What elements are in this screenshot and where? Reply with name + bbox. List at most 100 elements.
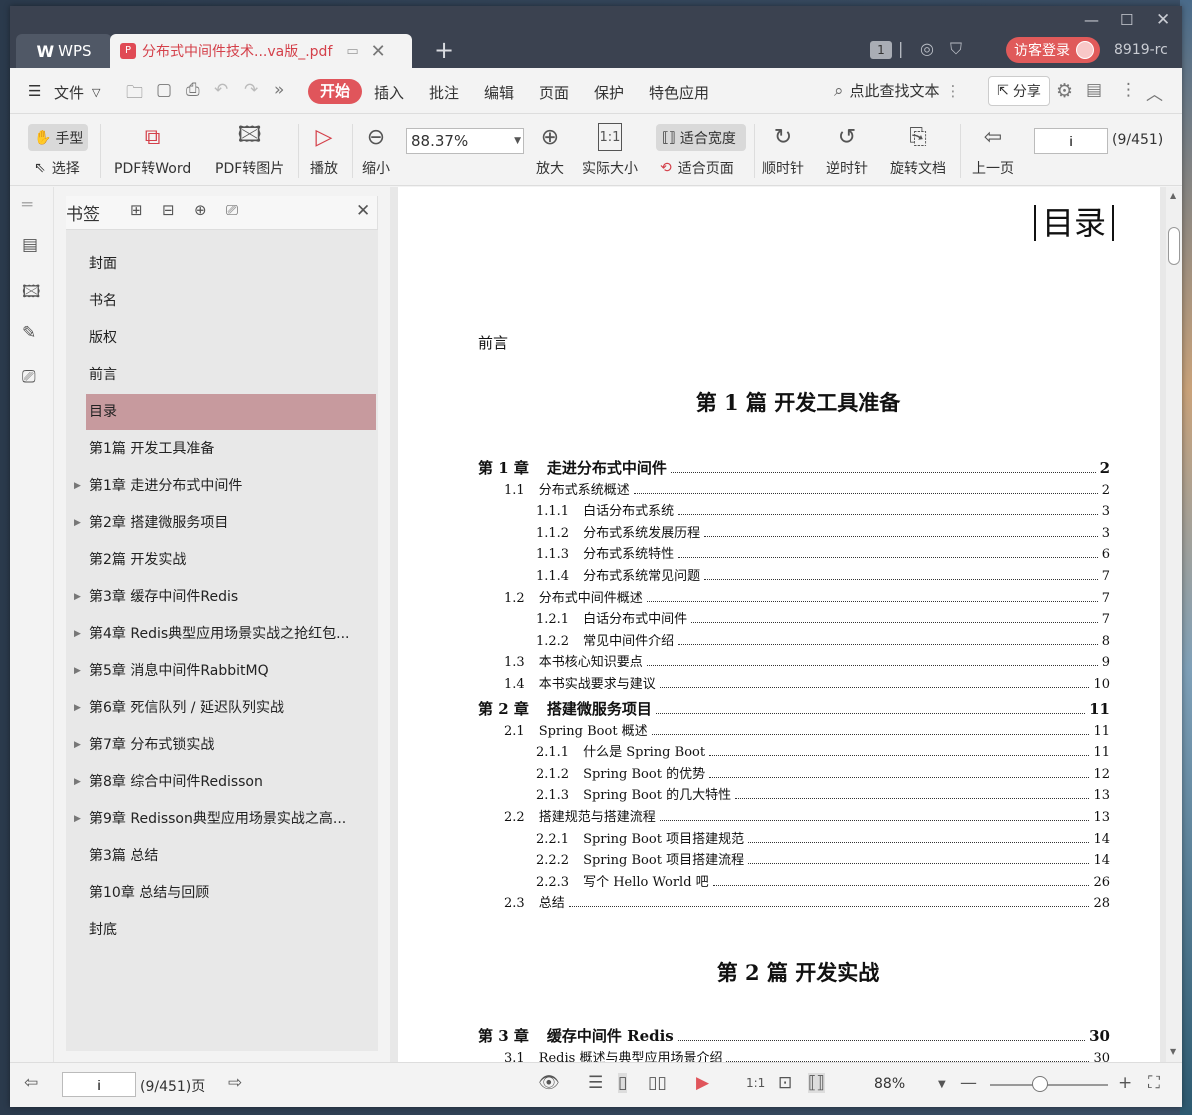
bookmark-item[interactable]: 第3章 缓存中间件Redis — [86, 579, 376, 615]
expand-arrow-icon[interactable]: ▶ — [74, 801, 81, 837]
toc-entry[interactable]: 第 3 章缓存中间件 Redis 30 — [478, 1025, 1110, 1046]
page-number-input[interactable] — [1034, 128, 1108, 154]
status-page-input[interactable] — [62, 1072, 136, 1097]
bookmark-item[interactable]: 第4章 Redis典型应用场景实战之抢红包... — [86, 616, 376, 652]
two-page-icon[interactable]: ▯▯ — [648, 1073, 667, 1093]
toc-entry[interactable]: 2.1.2 Spring Boot 的优势 12 — [536, 762, 1110, 782]
prev-page-icon[interactable]: ⇦ — [24, 1073, 38, 1093]
collapse-ribbon-icon[interactable]: ︿ — [1146, 80, 1163, 105]
thumbnail-icon[interactable]: 🖾 — [22, 279, 41, 308]
zoom-out-icon[interactable]: — — [960, 1073, 977, 1093]
rotate-clockwise-button[interactable]: ↻ 顺时针 — [762, 120, 804, 178]
toc-entry[interactable]: 2.3 总结 28 — [504, 892, 1110, 912]
eye-icon[interactable]: 👁 — [538, 1073, 560, 1093]
previous-page-button[interactable]: ⇦ 上一页 — [972, 120, 1014, 178]
toc-entry[interactable]: 2.2 搭建规范与搭建流程 13 — [504, 806, 1110, 825]
zoom-slider-track[interactable] — [990, 1084, 1108, 1086]
chevron-down-icon[interactable]: ▽ — [92, 86, 100, 99]
fit-width-button[interactable]: ⟦⟧ 适合宽度 — [656, 124, 746, 151]
close-panel-icon[interactable]: ✕ — [356, 201, 370, 221]
expand-arrow-icon[interactable]: ▶ — [74, 505, 81, 541]
save-icon[interactable]: ▢ — [156, 80, 172, 100]
bookmark-icon[interactable]: ⎚ — [22, 367, 36, 387]
actual-size-icon[interactable]: 1:1 — [746, 1076, 765, 1090]
toc-entry[interactable]: 1.2.1 白话分布式中间件 7 — [536, 608, 1110, 628]
maximize-icon[interactable]: ☐ — [1120, 12, 1133, 28]
guest-login-button[interactable]: 访客登录 — [1006, 37, 1100, 63]
expand-arrow-icon[interactable]: ▶ — [74, 764, 81, 800]
close-window-icon[interactable]: ✕ — [1156, 12, 1170, 29]
toc-entry[interactable]: 3.1 Redis 概述与典型应用场景介绍 30 — [504, 1046, 1110, 1062]
add-bookmark-icon[interactable]: ⊕ — [194, 201, 207, 219]
bookmark-item[interactable]: 书名 — [86, 283, 376, 319]
zoom-combobox[interactable]: 88.37% ▼ — [406, 128, 524, 154]
bookmark-item[interactable]: 目录 — [86, 394, 376, 430]
pdf-to-word-button[interactable]: ⧉ PDF转Word — [114, 120, 191, 178]
toc-entry[interactable]: 1.3 本书核心知识要点 9 — [504, 651, 1110, 671]
screen-icon[interactable]: ▭ — [346, 44, 358, 59]
gear-icon[interactable]: ⚙ — [1056, 80, 1073, 102]
more-vertical-icon[interactable]: ⋮ — [1120, 80, 1137, 100]
play-slideshow-icon[interactable]: ▶ — [696, 1073, 709, 1093]
toc-entry[interactable]: 2.2.1 Spring Boot 项目搭建规范 14 — [536, 827, 1110, 847]
open-icon[interactable]: 🗀 — [126, 80, 143, 109]
next-page-icon[interactable]: ⇨ — [228, 1073, 242, 1093]
toc-entry[interactable]: 1.1 分布式系统概述 2 — [504, 478, 1110, 498]
bookmark-item[interactable]: 第3篇 总结 — [86, 838, 376, 874]
list-icon[interactable]: ▤ — [22, 235, 38, 255]
toc-entry[interactable]: 第 1 章走进分布式中间件 2 — [478, 457, 1110, 478]
tab-wps-home[interactable]: W WPS — [16, 34, 112, 68]
tab-special[interactable]: 特色应用 — [649, 82, 709, 103]
tab-start[interactable]: 开始 — [308, 79, 362, 104]
find-text-button[interactable]: ⌕ 点此查找文本 ⋮ — [834, 80, 961, 101]
zoom-in-icon[interactable]: + — [1118, 1073, 1132, 1093]
tab-edit[interactable]: 编辑 — [484, 82, 514, 103]
expand-arrow-icon[interactable]: ▶ — [74, 468, 81, 504]
fullscreen-icon[interactable]: ⛶ — [1148, 1073, 1160, 1093]
tab-page[interactable]: 页面 — [539, 82, 569, 103]
select-tool-button[interactable]: ⇖ 选择 — [34, 158, 80, 178]
print-icon[interactable]: ⎙ — [186, 80, 200, 100]
expand-arrow-icon[interactable]: ▶ — [74, 653, 81, 689]
toc-entry[interactable]: 1.1.4 分布式系统常见问题 7 — [536, 565, 1110, 584]
close-tab-icon[interactable]: ✕ — [371, 41, 386, 62]
annotation-icon[interactable]: ✎ — [22, 323, 36, 343]
toc-entry[interactable]: 1.1.1 白话分布式系统 3 — [536, 500, 1110, 520]
fit-page-icon[interactable]: ⊡ — [778, 1073, 792, 1093]
skin-icon[interactable]: ◎ — [920, 39, 934, 58]
tab-comment[interactable]: 批注 — [429, 82, 459, 103]
bookmark-item[interactable]: 第6章 死信队列 / 延迟队列实战 — [86, 690, 376, 726]
hamburger-icon[interactable]: ☰ — [28, 82, 41, 100]
rotate-counterclockwise-button[interactable]: ↺ 逆时针 — [826, 120, 868, 178]
bookmark-item[interactable]: 第9章 Redisson典型应用场景实战之高... — [86, 801, 376, 837]
toc-entry[interactable]: 1.1.3 分布式系统特性 6 — [536, 543, 1110, 563]
zoom-in-button[interactable]: ⊕ 放大 — [536, 120, 564, 178]
zoom-out-button[interactable]: ⊖ 缩小 — [362, 120, 390, 178]
toc-entry[interactable]: 2.1.3 Spring Boot 的几大特性 13 — [536, 784, 1110, 804]
toc-entry[interactable]: 1.1.2 分布式系统发展历程 3 — [536, 521, 1110, 541]
toc-entry[interactable]: 2.2.3 写个 Hello World 吧 26 — [536, 870, 1110, 890]
bookmark-item[interactable]: 第1章 走进分布式中间件 — [86, 468, 376, 504]
share-button[interactable]: ⇱ 分享 — [988, 76, 1050, 106]
bookmark-edit-icon[interactable]: ⎚ — [226, 201, 238, 219]
bookmark-item[interactable]: 封底 — [86, 912, 376, 948]
tab-protect[interactable]: 保护 — [594, 82, 624, 103]
rotate-document-button[interactable]: ⎘ 旋转文档 — [890, 120, 946, 178]
bookmark-item[interactable]: 第8章 综合中间件Redisson — [86, 764, 376, 800]
toc-entry[interactable]: 2.1.1 什么是 Spring Boot 11 — [536, 741, 1110, 761]
bookmark-item[interactable]: 第10章 总结与回顾 — [86, 875, 376, 911]
undo-icon[interactable]: ↶ — [214, 80, 228, 100]
zoom-slider-handle[interactable] — [1032, 1076, 1048, 1092]
actual-size-button[interactable]: 1:1 实际大小 — [582, 120, 638, 178]
bookmark-item[interactable]: 第1篇 开发工具准备 — [86, 431, 376, 467]
shirt-icon[interactable]: ⛉ — [950, 39, 962, 59]
file-menu[interactable]: 文件 — [54, 82, 84, 103]
continuous-view-icon[interactable]: ☰ — [588, 1073, 603, 1093]
scroll-down-icon[interactable]: ▼ — [1170, 1047, 1176, 1056]
expand-arrow-icon[interactable]: ▶ — [74, 727, 81, 763]
collapse-all-icon[interactable]: ⊟ — [162, 201, 175, 219]
fit-page-button[interactable]: ⟲ 适合页面 — [660, 158, 734, 178]
tab-document[interactable]: P 分布式中间件技术...va版_.pdf ▭ ✕ — [110, 34, 412, 68]
expand-arrow-icon[interactable]: ▶ — [74, 690, 81, 726]
zoom-dropdown-icon[interactable]: ▼ — [938, 1079, 946, 1090]
